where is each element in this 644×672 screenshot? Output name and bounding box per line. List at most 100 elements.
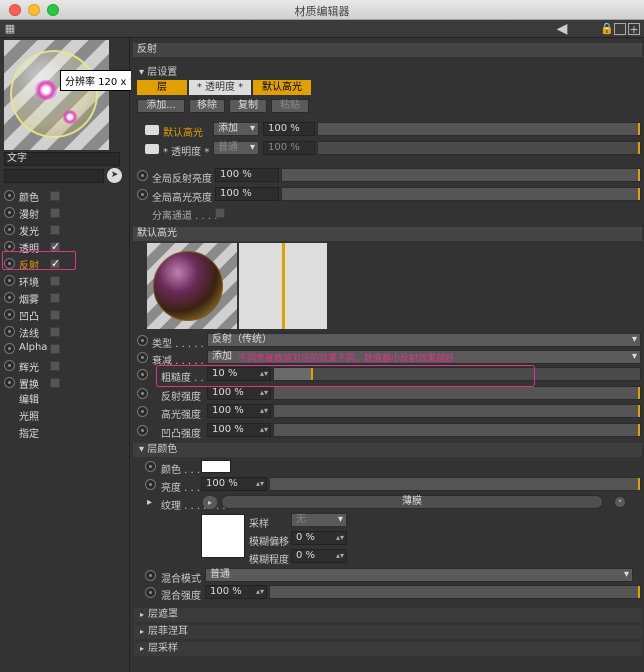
radio-icon[interactable] xyxy=(4,207,15,218)
layer-opacity-field[interactable]: 100 % xyxy=(263,141,315,155)
layer-row-transparency[interactable]: * 透明度 * 普通 100 % xyxy=(135,141,642,158)
channel-checkbox[interactable] xyxy=(50,293,60,303)
reflect-strength-slider[interactable] xyxy=(273,386,641,400)
global-reflect-field[interactable]: 100 % xyxy=(215,168,279,182)
eye-icon[interactable] xyxy=(145,144,159,154)
radio-icon[interactable] xyxy=(137,369,148,380)
channel-color[interactable]: 颜色 xyxy=(4,188,126,204)
radio-icon[interactable] xyxy=(145,587,156,598)
sample-dropdown[interactable]: 无 xyxy=(291,513,347,527)
radio-icon[interactable] xyxy=(145,570,156,581)
texture-shader-button[interactable]: 薄膜 xyxy=(221,495,603,509)
channel-checkbox[interactable] xyxy=(50,378,60,388)
spec-strength-slider[interactable] xyxy=(273,404,641,418)
global-spec-field[interactable]: 100 % xyxy=(215,187,279,201)
brightness-slider[interactable] xyxy=(269,477,641,491)
radio-icon[interactable] xyxy=(4,343,15,354)
eye-icon[interactable] xyxy=(145,125,159,135)
channel-fog[interactable]: 烟雾 xyxy=(4,290,126,306)
layer-fresnel-section[interactable]: ▸ 层菲涅耳 xyxy=(134,625,642,639)
brightness-field[interactable]: 100 % ▴▾ xyxy=(201,477,267,491)
spec-strength-row[interactable]: 高光强度 100 % ▴▾ xyxy=(135,404,642,421)
window-icon[interactable] xyxy=(614,23,626,35)
texture-row[interactable]: ▸ 纹理 . . . . . . . . ▸ 薄膜 • xyxy=(135,495,642,512)
lock-icon[interactable]: 🔒 xyxy=(600,23,614,35)
tab-transparency[interactable]: * 透明度 * xyxy=(189,80,251,95)
reflect-strength-row[interactable]: 反射强度 100 % ▴▾ xyxy=(135,386,642,403)
radio-icon[interactable] xyxy=(4,377,15,388)
mix-mode-dropdown[interactable]: 普通 xyxy=(205,568,633,582)
bump-strength-row[interactable]: 凹凸强度 100 % ▴▾ xyxy=(135,423,642,440)
layer-color-row[interactable]: 颜色 . . . . . . . . xyxy=(135,459,642,476)
material-name-field[interactable]: 文字 xyxy=(4,152,120,166)
grip-icon[interactable]: ▦ xyxy=(4,23,16,35)
channel-displacement[interactable]: 置换 xyxy=(4,375,126,391)
color-swatch[interactable] xyxy=(201,460,231,473)
layer-opacity-slider[interactable] xyxy=(317,122,641,136)
tab-default-specular[interactable]: 默认高光 xyxy=(253,80,311,95)
material-preview[interactable]: 分辨率 120 x 120 xyxy=(4,40,154,150)
tab-layer[interactable]: 层 xyxy=(137,80,187,95)
radio-icon[interactable] xyxy=(137,170,148,181)
channel-checkbox[interactable] xyxy=(50,361,60,371)
mix-strength-slider[interactable] xyxy=(269,585,641,599)
mix-mode-row[interactable]: 混合模式 普通 xyxy=(135,568,642,585)
paste-layer-button[interactable]: 粘贴 xyxy=(271,99,309,113)
channel-checkbox[interactable] xyxy=(50,310,60,320)
radio-icon[interactable] xyxy=(145,479,156,490)
copy-layer-button[interactable]: 复制 xyxy=(229,99,267,113)
add-layer-button[interactable]: 添加... xyxy=(137,99,185,113)
global-spec-row[interactable]: 全局高光亮度 100 % xyxy=(135,187,642,204)
texture-menu-button[interactable]: ▸ xyxy=(203,496,217,509)
layer-opacity-slider[interactable] xyxy=(317,141,641,155)
channel-normal[interactable]: 法线 xyxy=(4,324,126,340)
layer-brightness-row[interactable]: 亮度 . . . . . . . . 100 % ▴▾ xyxy=(135,477,642,494)
bump-strength-field[interactable]: 100 % ▴▾ xyxy=(207,423,271,437)
radio-icon[interactable] xyxy=(4,190,15,201)
channel-alpha[interactable]: Alpha xyxy=(4,341,126,357)
nav-editor[interactable]: 编辑 xyxy=(19,391,39,406)
separate-pass-checkbox[interactable] xyxy=(215,208,225,218)
texture-options-icon[interactable]: • xyxy=(615,497,625,507)
cursor-icon[interactable]: ➤ xyxy=(107,168,122,183)
channel-checkbox[interactable] xyxy=(50,191,60,201)
channel-checkbox[interactable] xyxy=(50,225,60,235)
channel-environment[interactable]: 环境 xyxy=(4,273,126,289)
channel-checkbox[interactable] xyxy=(50,344,60,354)
preview-combo[interactable] xyxy=(4,169,104,183)
radio-icon[interactable] xyxy=(4,360,15,371)
spec-strength-field[interactable]: 100 % ▴▾ xyxy=(207,404,271,418)
radio-icon[interactable] xyxy=(137,189,148,200)
blur-offset-field[interactable]: 0 % ▴▾ xyxy=(291,531,347,545)
nav-assignment[interactable]: 指定 xyxy=(19,425,39,440)
layer-blend-dropdown[interactable]: 添加 xyxy=(213,122,259,136)
radio-icon[interactable] xyxy=(137,388,148,399)
mix-strength-field[interactable]: 100 % ▴▾ xyxy=(205,585,267,599)
radio-icon[interactable] xyxy=(137,352,148,363)
bump-strength-slider[interactable] xyxy=(273,423,641,437)
radio-icon[interactable] xyxy=(145,461,156,472)
global-reflect-row[interactable]: 全局反射亮度 100 % xyxy=(135,168,642,185)
radio-icon[interactable] xyxy=(4,224,15,235)
type-row[interactable]: 类型 . . . . . . . . 反射（传统） xyxy=(135,333,642,350)
channel-luminance[interactable]: 发光 xyxy=(4,222,126,238)
radio-icon[interactable] xyxy=(4,275,15,286)
layer-blend-dropdown[interactable]: 普通 xyxy=(213,141,259,155)
add-window-icon[interactable]: + xyxy=(628,23,640,36)
layer-row-default-specular[interactable]: 默认高光 添加 100 % xyxy=(135,122,642,139)
radio-icon[interactable] xyxy=(137,406,148,417)
layer-sampling-section[interactable]: ▸ 层采样 xyxy=(134,642,642,656)
channel-glow[interactable]: 辉光 xyxy=(4,358,126,374)
global-spec-slider[interactable] xyxy=(281,187,641,201)
blur-scale-field[interactable]: 0 % ▴▾ xyxy=(291,549,347,563)
layer-mask-section[interactable]: ▸ 层遮罩 xyxy=(134,608,642,622)
channel-diffuse[interactable]: 漫射 xyxy=(4,205,126,221)
nav-illumination[interactable]: 光照 xyxy=(19,408,39,423)
channel-bump[interactable]: 凹凸 xyxy=(4,307,126,323)
remove-layer-button[interactable]: 移除 xyxy=(189,99,225,113)
back-arrow-icon[interactable]: ◀ xyxy=(554,22,570,36)
radio-icon[interactable] xyxy=(4,309,15,320)
layer-opacity-field[interactable]: 100 % xyxy=(263,122,315,136)
mix-strength-row[interactable]: 混合强度 100 % ▴▾ xyxy=(135,585,642,602)
reflect-strength-field[interactable]: 100 % ▴▾ xyxy=(207,386,271,400)
